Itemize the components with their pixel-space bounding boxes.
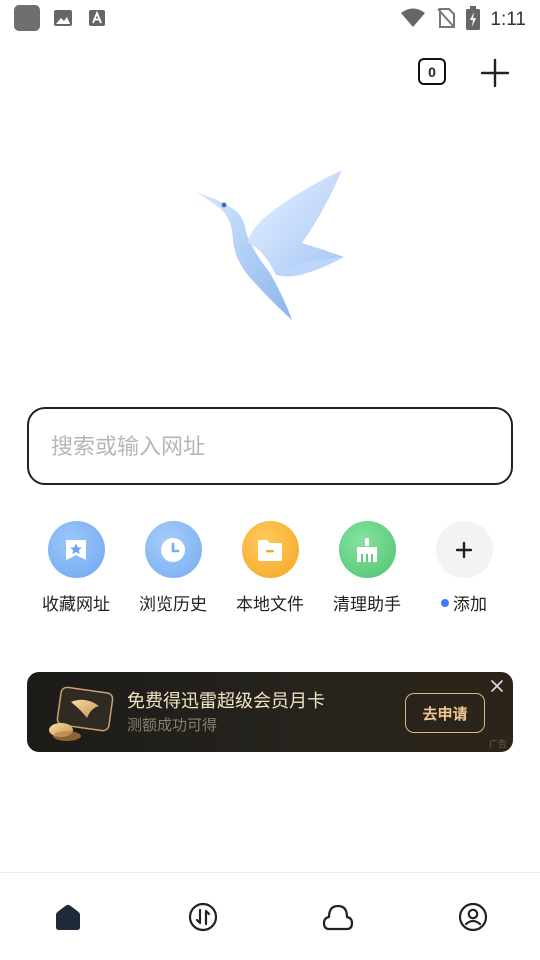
quick-link-history[interactable]: 浏览历史	[125, 521, 221, 615]
broom-icon	[338, 521, 396, 578]
search-input[interactable]	[51, 427, 491, 467]
image-icon	[52, 7, 74, 29]
quick-link-label: 收藏网址	[42, 595, 110, 615]
nav-transfer-button[interactable]	[186, 900, 220, 934]
tab-count-button[interactable]: 0	[418, 58, 446, 85]
transfer-icon	[188, 902, 218, 932]
no-sim-icon	[436, 7, 456, 33]
banner-title: 免费得迅雷超级会员月卡	[127, 691, 325, 712]
quick-link-add[interactable]: 添加	[416, 521, 512, 615]
status-bar: 1:11	[0, 0, 540, 36]
quick-link-label: 本地文件	[236, 595, 304, 615]
folder-icon	[241, 521, 299, 578]
plus-icon	[435, 521, 493, 578]
quick-link-label: 添加	[453, 595, 487, 615]
bottom-nav	[0, 872, 540, 960]
app-icon	[14, 5, 40, 31]
search-box[interactable]	[27, 407, 513, 485]
home-icon	[56, 904, 80, 930]
wifi-icon	[400, 8, 426, 32]
new-tab-button[interactable]	[480, 58, 510, 88]
vip-card-icon	[45, 684, 123, 744]
nav-profile-button[interactable]	[456, 900, 490, 934]
quick-links: 收藏网址 浏览历史 本地文件 清理助手 添加	[28, 521, 512, 615]
ad-tag: 广告	[489, 740, 508, 750]
quick-link-label: 清理助手	[333, 595, 401, 615]
quick-link-bookmarks[interactable]: 收藏网址	[28, 521, 124, 615]
nav-cloud-button[interactable]	[321, 900, 355, 934]
cloud-icon	[322, 904, 354, 931]
promo-banner[interactable]: 免费得迅雷超级会员月卡 测额成功可得 去申请 广告	[27, 672, 513, 752]
banner-subtitle: 测额成功可得	[127, 716, 218, 734]
bookmark-star-icon	[47, 521, 105, 578]
quick-link-local-files[interactable]: 本地文件	[222, 521, 318, 615]
status-time: 1:11	[490, 9, 526, 30]
nav-home-button[interactable]	[51, 900, 85, 934]
quick-link-label: 浏览历史	[139, 595, 207, 615]
font-icon	[86, 7, 108, 29]
profile-icon	[458, 902, 488, 932]
new-indicator-dot	[441, 598, 449, 607]
close-icon[interactable]	[489, 678, 505, 694]
apply-button[interactable]: 去申请	[405, 693, 485, 733]
quick-link-cleaner[interactable]: 清理助手	[319, 521, 415, 615]
plus-icon	[480, 58, 510, 88]
hummingbird-logo-icon	[190, 165, 350, 325]
clock-icon	[144, 521, 202, 578]
battery-charging-icon	[466, 6, 481, 34]
